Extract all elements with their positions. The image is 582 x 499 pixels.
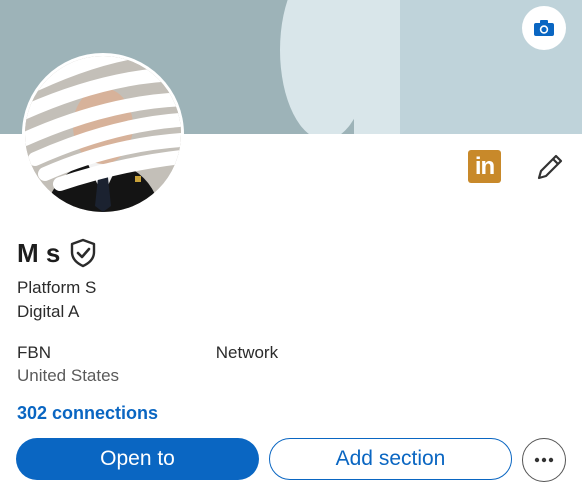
banner-camera-button[interactable] (522, 6, 566, 50)
company-suffix: Network (215, 343, 279, 362)
profile-name: M s (17, 237, 61, 268)
edit-pencil-icon[interactable] (534, 151, 566, 183)
redaction-scribble (25, 56, 181, 191)
connections-link[interactable]: 302 connections (17, 403, 158, 424)
redacted-area (55, 345, 216, 362)
camera-icon (534, 20, 554, 36)
profile-name-row: M s (17, 236, 96, 270)
open-to-button[interactable]: Open to (16, 438, 259, 480)
company-prefix: FBN (17, 343, 56, 362)
headline-line-1: Platform S (17, 278, 97, 297)
verified-shield-icon[interactable] (70, 238, 96, 268)
banner-arc (280, 0, 370, 134)
profile-headline: Platform S Digital A (17, 276, 457, 324)
more-options-button[interactable] (522, 438, 566, 482)
add-section-button[interactable]: Add section (269, 438, 512, 480)
profile-avatar[interactable] (22, 53, 184, 215)
headline-line-2: Digital A (17, 302, 80, 321)
avatar-photo (25, 56, 181, 212)
profile-location: United States (17, 366, 120, 385)
more-icon (534, 457, 554, 463)
profile-company-line: FBN Network (17, 343, 278, 363)
linkedin-badge[interactable]: in (468, 150, 501, 183)
